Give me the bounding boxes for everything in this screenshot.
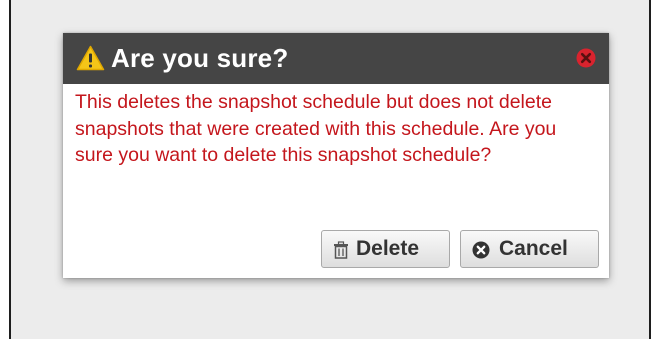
cancel-button[interactable]: Cancel [460, 230, 599, 268]
confirm-dialog: Are you sure? This deletes the snapshot … [63, 33, 609, 278]
delete-button-label: Delete [356, 237, 420, 260]
trash-icon [334, 241, 348, 259]
cancel-circle-icon [472, 241, 490, 259]
warning-triangle-icon [76, 45, 105, 71]
dialog-message: This deletes the snapshot schedule but d… [75, 91, 557, 166]
close-icon[interactable] [576, 48, 596, 68]
screen-frame: Are you sure? This deletes the snapshot … [9, 0, 651, 339]
dialog-title: Are you sure? [111, 43, 289, 73]
dialog-title-bar: Are you sure? [63, 33, 609, 84]
delete-button[interactable]: Delete [321, 230, 450, 268]
cancel-button-label: Cancel [499, 237, 568, 260]
